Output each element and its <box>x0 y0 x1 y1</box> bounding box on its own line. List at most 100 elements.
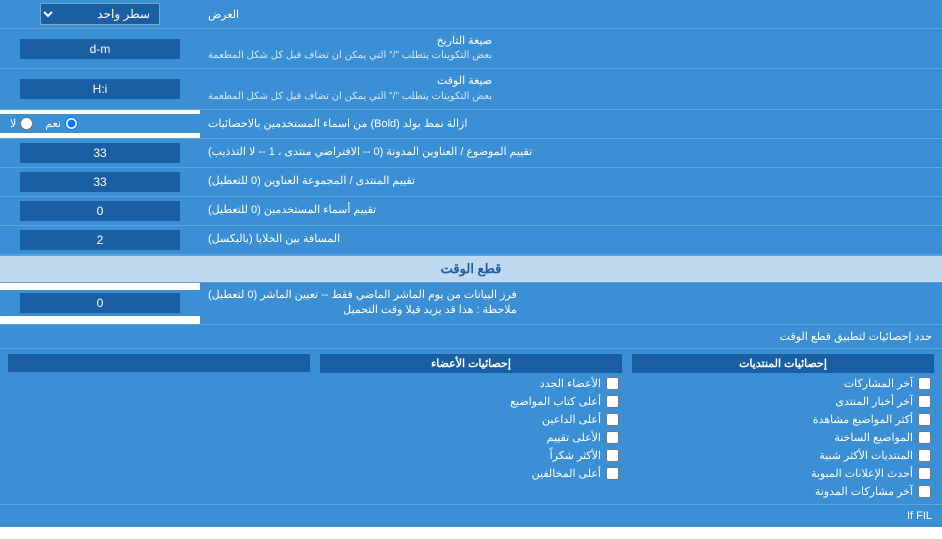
checkbox-top-rated[interactable] <box>606 431 619 444</box>
label-top-violators: أعلى المخالفين <box>532 467 601 480</box>
filter-days-input[interactable] <box>20 293 180 313</box>
forum-titles-label: تقييم المنتدى / المجموعة العناوين (0 للت… <box>200 168 942 196</box>
checkbox-most-viewed[interactable] <box>918 413 931 426</box>
list-item: الأعلى تقييم <box>320 430 622 445</box>
time-format-label: صيغة الوقت بعض التكوينات يتطلب "/" التي … <box>200 69 942 108</box>
bold-yes-radio[interactable] <box>65 117 78 130</box>
cells-distance-input-cell <box>0 226 200 254</box>
bold-no-text: لا <box>10 117 16 130</box>
display-type-row: العرض سطر واحد عدة أسطر <box>0 0 942 29</box>
filter-days-input-cell <box>0 290 200 316</box>
display-type-select[interactable]: سطر واحد عدة أسطر <box>40 3 160 25</box>
filter-days-row: فرز البيانات من يوم الماشر الماضي فقط --… <box>0 283 942 325</box>
cutoff-section-header: قطع الوقت <box>0 255 942 283</box>
list-item: المواضيع الساخنة <box>632 430 934 445</box>
stats-col1: إحصائيات المنتديات آخر المشاركات آخر أخب… <box>627 354 939 499</box>
list-item: أعلى كتاب المواضيع <box>320 394 622 409</box>
date-format-title: صيغة التاريخ <box>208 34 492 49</box>
cells-distance-row: المسافة بين الخلايا (بالبكسل) <box>0 226 942 255</box>
topics-titles-row: تقييم الموضوع / العناوين المدونة (0 -- ا… <box>0 139 942 168</box>
checkbox-top-inviters[interactable] <box>606 413 619 426</box>
date-format-input[interactable] <box>20 39 180 59</box>
checkbox-top-writers[interactable] <box>606 395 619 408</box>
checkbox-last-posts[interactable] <box>918 377 931 390</box>
bold-yes-text: نعم <box>45 117 61 130</box>
bottom-text-area: If FIL <box>0 505 942 527</box>
checkbox-hot-topics[interactable] <box>918 431 931 444</box>
stats-col2-title: إحصائيات الأعضاء <box>320 354 622 373</box>
list-item: المنتديات الأكثر شبية <box>632 448 934 463</box>
stats-section: حدد إحصائيات لتطبيق قطع الوقت إحصائيات ا… <box>0 325 942 505</box>
stats-col3-title <box>8 354 310 372</box>
label-last-news: آخر أخبار المنتدى <box>835 395 913 408</box>
label-hot-topics: المواضيع الساخنة <box>834 431 913 444</box>
bold-remove-row: ازالة نمط بولد (Bold) من اسماء المستخدمي… <box>0 110 942 139</box>
label-last-posts: آخر المشاركات <box>844 377 913 390</box>
forum-titles-row: تقييم المنتدى / المجموعة العناوين (0 للت… <box>0 168 942 197</box>
bottom-text: If FIL <box>907 510 932 522</box>
stats-grid: إحصائيات المنتديات آخر المشاركات آخر أخب… <box>0 349 942 504</box>
users-names-input[interactable] <box>20 201 180 221</box>
stats-col2-items: الأعضاء الجدد أعلى كتاب المواضيع أعلى ال… <box>320 376 622 481</box>
date-format-input-cell <box>0 29 200 68</box>
main-container: العرض سطر واحد عدة أسطر صيغة التاريخ بعض… <box>0 0 942 527</box>
list-item: أعلى المخالفين <box>320 466 622 481</box>
label-most-thanks: الأكثر شكراً <box>550 449 601 462</box>
filter-days-title: فرز البيانات من يوم الماشر الماضي فقط --… <box>208 288 517 303</box>
users-names-row: تقييم أسماء المستخدمين (0 للتعطيل) <box>0 197 942 226</box>
bold-no-label[interactable]: لا <box>10 117 33 130</box>
checkbox-latest-ads[interactable] <box>918 467 931 480</box>
checkbox-new-members[interactable] <box>606 377 619 390</box>
topics-titles-label: تقييم الموضوع / العناوين المدونة (0 -- ا… <box>200 139 942 167</box>
display-type-input-cell: سطر واحد عدة أسطر <box>0 0 200 28</box>
stats-col2: إحصائيات الأعضاء الأعضاء الجدد أعلى كتاب… <box>315 354 627 499</box>
label-most-viewed: أكثر المواضيع مشاهدة <box>813 413 913 426</box>
users-names-input-cell <box>0 197 200 225</box>
checkbox-most-similar[interactable] <box>918 449 931 462</box>
list-item: أكثر المواضيع مشاهدة <box>632 412 934 427</box>
stats-limit-label: حدد إحصائيات لتطبيق قطع الوقت <box>0 325 942 349</box>
list-item: الأكثر شكراً <box>320 448 622 463</box>
filter-days-note: ملاحظة : هذا قد يزيد قيلا وقت التحميل <box>343 304 517 316</box>
checkbox-most-thanks[interactable] <box>606 449 619 462</box>
label-latest-ads: أحدث الإعلانات المبوبة <box>811 467 913 480</box>
label-most-similar: المنتديات الأكثر شبية <box>819 449 913 462</box>
label-top-writers: أعلى كتاب المواضيع <box>510 395 601 408</box>
checkbox-last-news[interactable] <box>918 395 931 408</box>
time-format-input-cell <box>0 69 200 108</box>
bold-remove-input-cell: نعم لا <box>0 114 200 133</box>
date-format-row: صيغة التاريخ بعض التكوينات يتطلب "/" الت… <box>0 29 942 69</box>
forum-titles-input-cell <box>0 168 200 196</box>
bold-remove-label: ازالة نمط بولد (Bold) من اسماء المستخدمي… <box>200 110 942 138</box>
list-item: آخر أخبار المنتدى <box>632 394 934 409</box>
label-blog-posts: آخر مشاركات المدونة <box>815 485 913 498</box>
list-item: الأعضاء الجدد <box>320 376 622 391</box>
date-format-label: صيغة التاريخ بعض التكوينات يتطلب "/" الت… <box>200 29 942 68</box>
users-names-label: تقييم أسماء المستخدمين (0 للتعطيل) <box>200 197 942 225</box>
forum-titles-input[interactable] <box>20 172 180 192</box>
label-new-members: الأعضاء الجدد <box>540 377 601 390</box>
cells-distance-label: المسافة بين الخلايا (بالبكسل) <box>200 226 942 254</box>
topics-titles-input-cell <box>0 139 200 167</box>
bold-no-radio[interactable] <box>20 117 33 130</box>
checkbox-top-violators[interactable] <box>606 467 619 480</box>
time-format-title: صيغة الوقت <box>208 74 492 89</box>
stats-col3 <box>3 354 315 499</box>
list-item: آخر مشاركات المدونة <box>632 484 934 499</box>
date-format-sublabel: بعض التكوينات يتطلب "/" التي يمكن ان تضا… <box>208 49 492 63</box>
topics-titles-input[interactable] <box>20 143 180 163</box>
list-item: أحدث الإعلانات المبوبة <box>632 466 934 481</box>
cells-distance-input[interactable] <box>20 230 180 250</box>
display-type-label: العرض <box>200 0 942 28</box>
time-format-row: صيغة الوقت بعض التكوينات يتطلب "/" التي … <box>0 69 942 109</box>
list-item: أعلى الداعين <box>320 412 622 427</box>
bold-yes-label[interactable]: نعم <box>45 117 78 130</box>
label-top-inviters: أعلى الداعين <box>542 413 601 426</box>
list-item: آخر المشاركات <box>632 376 934 391</box>
time-format-sublabel: بعض التكوينات يتطلب "/" التي يمكن ان تضا… <box>208 90 492 104</box>
stats-col1-title: إحصائيات المنتديات <box>632 354 934 373</box>
time-format-input[interactable] <box>20 79 180 99</box>
checkbox-blog-posts[interactable] <box>918 485 931 498</box>
filter-days-label: فرز البيانات من يوم الماشر الماضي فقط --… <box>200 283 942 324</box>
stats-col1-items: آخر المشاركات آخر أخبار المنتدى أكثر الم… <box>632 376 934 499</box>
